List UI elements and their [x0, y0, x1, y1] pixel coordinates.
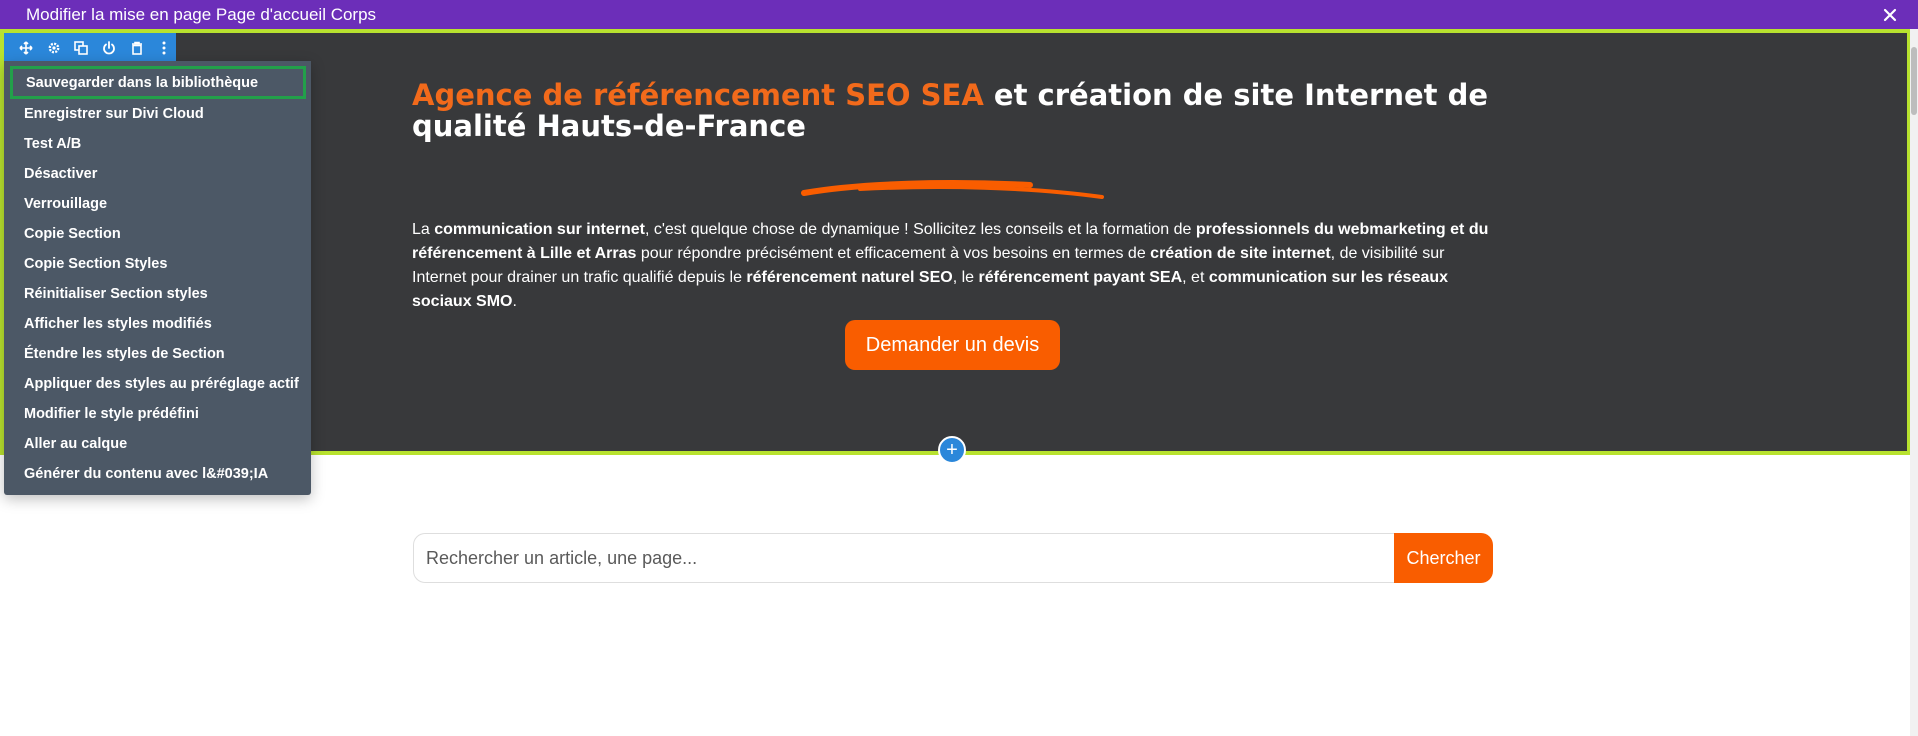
hero-title: Agence de référencement SEO SEA et créat…: [412, 80, 1502, 142]
menu-item-disable[interactable]: Désactiver: [4, 159, 311, 189]
menu-item-copy-section-styles[interactable]: Copie Section Styles: [4, 249, 311, 279]
gear-icon[interactable]: [42, 36, 66, 60]
menu-item-go-to-layer[interactable]: Aller au calque: [4, 429, 311, 459]
hero-text-bold: référencement naturel SEO: [746, 269, 953, 286]
hero-paragraph: La communication sur internet, c'est que…: [412, 218, 1502, 314]
power-icon[interactable]: [97, 36, 121, 60]
move-icon[interactable]: [14, 36, 38, 60]
menu-item-save-to-library[interactable]: Sauvegarder dans la bibliothèque: [10, 66, 306, 99]
hero-text-bold: communication sur internet: [434, 221, 645, 238]
menu-item-ab-test[interactable]: Test A/B: [4, 129, 311, 159]
trash-icon[interactable]: [125, 36, 149, 60]
menu-item-reset-section-styles[interactable]: Réinitialiser Section styles: [4, 279, 311, 309]
menu-item-copy-section[interactable]: Copie Section: [4, 219, 311, 249]
hero-text-bold: référencement payant SEA: [978, 269, 1183, 286]
brush-underline-decoration: [801, 180, 1104, 199]
menu-item-show-modified-styles[interactable]: Afficher les styles modifiés: [4, 309, 311, 339]
menu-item-generate-ai-content[interactable]: Générer du contenu avec l&#039;IA: [4, 459, 311, 489]
menu-item-apply-styles-to-preset[interactable]: Appliquer des styles au préréglage actif: [4, 369, 311, 399]
editor-topbar: Modifier la mise en page Page d'accueil …: [0, 0, 1918, 29]
section-toolbar: [4, 33, 176, 62]
hero-text-part: , c'est quelque chose de dynamique ! Sol…: [644, 221, 1196, 238]
hero-text-part: , et: [1182, 269, 1209, 286]
hero-text-part: .: [512, 293, 517, 310]
add-section-button[interactable]: +: [938, 436, 966, 464]
hero-text-bold: création de site internet: [1150, 245, 1331, 262]
hero-title-accent: Agence de référencement SEO SEA: [412, 78, 984, 112]
search-button[interactable]: Chercher: [1394, 533, 1493, 583]
duplicate-icon[interactable]: [69, 36, 93, 60]
hero-text-part: , le: [952, 269, 979, 286]
menu-item-lock[interactable]: Verrouillage: [4, 189, 311, 219]
hero-text-part: pour répondre précisément et efficacemen…: [636, 245, 1151, 262]
menu-item-extend-section-styles[interactable]: Étendre les styles de Section: [4, 339, 311, 369]
hero-text-part: La: [412, 221, 435, 238]
search-bar: Chercher: [413, 533, 1493, 583]
close-icon[interactable]: [1880, 0, 1900, 29]
plus-icon: +: [946, 439, 958, 461]
scrollbar-thumb[interactable]: [1911, 47, 1917, 115]
editor-title: Modifier la mise en page Page d'accueil …: [26, 5, 377, 24]
request-quote-button[interactable]: Demander un devis: [845, 320, 1060, 370]
section-context-menu: Sauvegarder dans la bibliothèque Enregis…: [4, 61, 311, 495]
search-input[interactable]: [413, 533, 1394, 583]
more-vertical-icon[interactable]: [152, 36, 176, 60]
page-scrollbar[interactable]: [1910, 29, 1918, 736]
menu-item-save-divi-cloud[interactable]: Enregistrer sur Divi Cloud: [4, 99, 311, 129]
menu-item-edit-preset-style[interactable]: Modifier le style prédéfini: [4, 399, 311, 429]
